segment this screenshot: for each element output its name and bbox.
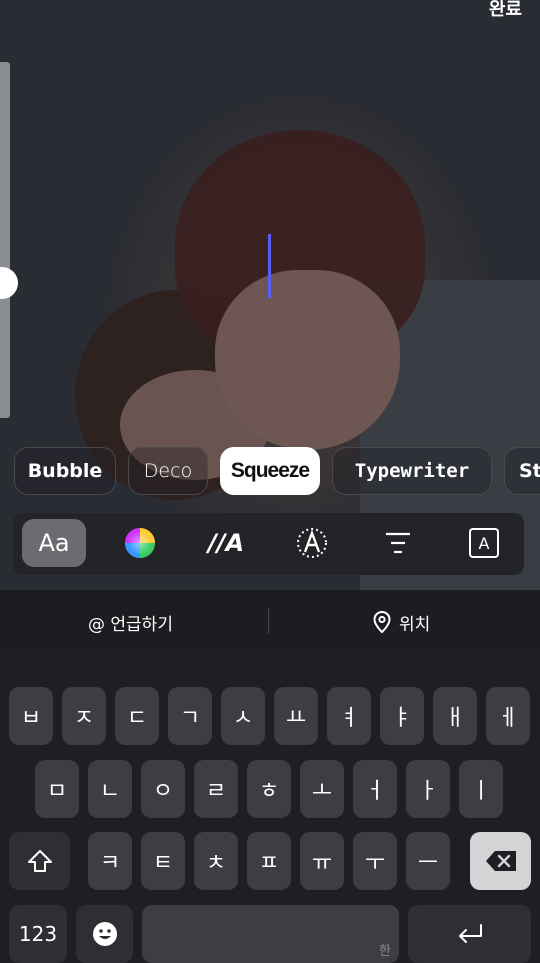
key[interactable]: ㅕ bbox=[327, 687, 371, 745]
key[interactable]: ㄹ bbox=[194, 760, 238, 818]
key[interactable]: ㅂ bbox=[9, 687, 53, 745]
key[interactable]: ㅛ bbox=[274, 687, 318, 745]
key[interactable]: ㅇ bbox=[141, 760, 185, 818]
key[interactable]: ㅑ bbox=[380, 687, 424, 745]
key[interactable]: ㅗ bbox=[300, 760, 344, 818]
key[interactable]: ㄷ bbox=[115, 687, 159, 745]
key[interactable]: ㅁ bbox=[35, 760, 79, 818]
shift-key[interactable] bbox=[9, 832, 70, 890]
align-button[interactable] bbox=[366, 519, 430, 567]
done-button[interactable]: 완료 bbox=[489, 0, 522, 20]
key[interactable]: ㅡ bbox=[406, 832, 450, 890]
text-cursor bbox=[268, 234, 271, 298]
text-toolbar: Aa //A A bbox=[13, 513, 524, 575]
key[interactable]: ㄴ bbox=[88, 760, 132, 818]
mention-label: @ 언급하기 bbox=[88, 614, 173, 635]
text-style-next[interactable]: St bbox=[504, 447, 540, 495]
text-style-bubble[interactable]: Bubble bbox=[14, 447, 116, 495]
key[interactable]: ㄱ bbox=[168, 687, 212, 745]
key[interactable]: ㅅ bbox=[221, 687, 265, 745]
key[interactable]: ㅎ bbox=[247, 760, 291, 818]
key[interactable]: ㅈ bbox=[62, 687, 106, 745]
key[interactable]: ㅓ bbox=[353, 760, 397, 818]
key[interactable]: ㅌ bbox=[141, 832, 185, 890]
key[interactable]: ㅏ bbox=[406, 760, 450, 818]
text-background-icon: A bbox=[469, 528, 499, 558]
align-center-icon bbox=[386, 532, 410, 554]
key[interactable]: ㅔ bbox=[486, 687, 530, 745]
text-style-squeeze[interactable]: Squeeze bbox=[220, 447, 320, 495]
suggestion-bar: @ 언급하기 위치 bbox=[0, 590, 540, 654]
color-wheel-icon bbox=[125, 528, 155, 558]
key[interactable]: ㅋ bbox=[88, 832, 132, 890]
location-label: 위치 bbox=[399, 614, 431, 635]
photo-person-right-face bbox=[215, 270, 400, 450]
location-pin-icon bbox=[373, 611, 391, 633]
text-style-typewriter[interactable]: Typewriter bbox=[332, 447, 492, 495]
suggestion-divider bbox=[268, 608, 269, 634]
space-key[interactable]: 한 bbox=[142, 905, 399, 963]
animation-label: //A bbox=[207, 529, 245, 557]
font-button[interactable]: Aa bbox=[22, 519, 86, 567]
text-effect-button[interactable] bbox=[280, 519, 344, 567]
text-style-picker: Bubble Deco Squeeze Typewriter St bbox=[0, 447, 540, 497]
color-button[interactable] bbox=[108, 519, 172, 567]
key[interactable]: ㅍ bbox=[247, 832, 291, 890]
numbers-key[interactable]: 123 bbox=[9, 905, 67, 963]
key[interactable]: ㅠ bbox=[300, 832, 344, 890]
keyboard: ㅂ ㅈ ㄷ ㄱ ㅅ ㅛ ㅕ ㅑ ㅐ ㅔ ㅁ ㄴ ㅇ ㄹ ㅎ ㅗ ㅓ ㅏ ㅣ ㅋ … bbox=[0, 654, 540, 963]
key[interactable]: ㅜ bbox=[353, 832, 397, 890]
key[interactable]: ㅣ bbox=[459, 760, 503, 818]
animation-button[interactable]: //A bbox=[194, 519, 258, 567]
text-size-slider[interactable] bbox=[0, 62, 10, 418]
key[interactable]: ㅊ bbox=[194, 832, 238, 890]
emoji-icon bbox=[92, 922, 117, 946]
enter-icon bbox=[458, 924, 482, 943]
font-label: Aa bbox=[38, 529, 70, 557]
text-background-label: A bbox=[478, 533, 490, 553]
shift-icon bbox=[27, 850, 52, 872]
text-effect-icon bbox=[297, 528, 327, 558]
emoji-key[interactable] bbox=[76, 905, 133, 963]
text-background-button[interactable]: A bbox=[452, 519, 516, 567]
enter-key[interactable] bbox=[408, 905, 531, 963]
key[interactable]: ㅐ bbox=[433, 687, 477, 745]
mention-button[interactable]: @ 언급하기 bbox=[88, 590, 173, 654]
language-hint: 한 bbox=[379, 944, 391, 959]
backspace-icon bbox=[485, 851, 516, 871]
location-button[interactable]: 위치 bbox=[373, 590, 430, 654]
text-style-deco[interactable]: Deco bbox=[128, 447, 208, 495]
delete-key[interactable] bbox=[470, 832, 531, 890]
